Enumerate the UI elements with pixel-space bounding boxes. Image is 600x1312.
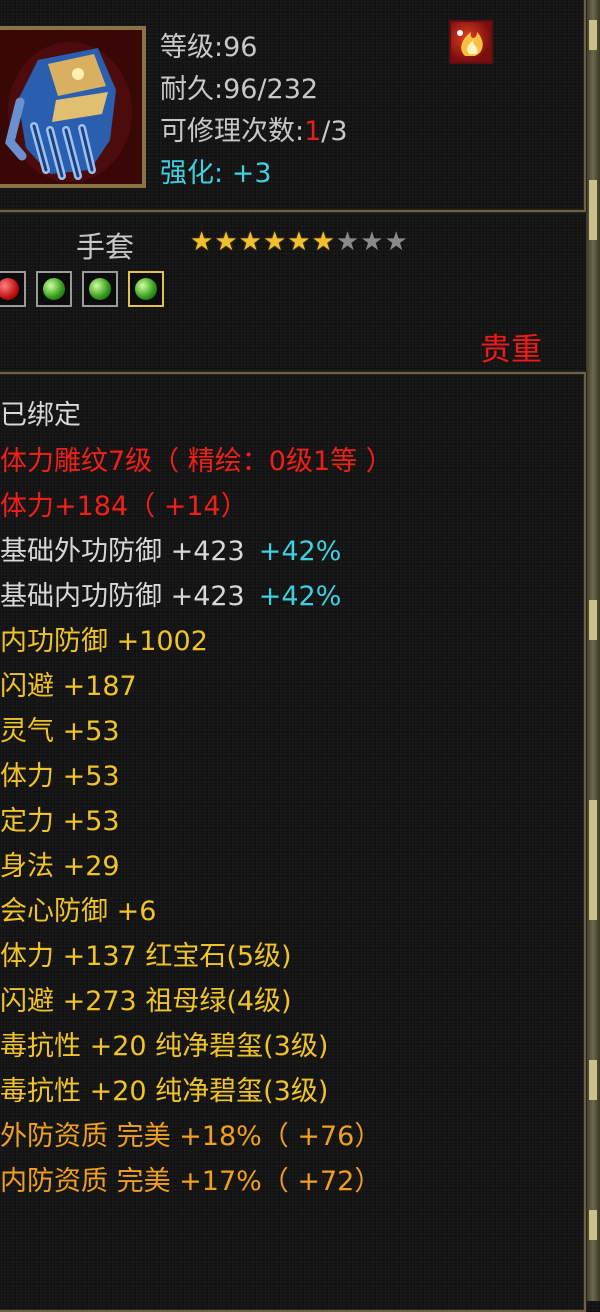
item-durability: 耐久:96/232 [160,74,319,105]
item-portrait[interactable] [0,26,146,188]
attr-base-inner-defense: 基础内功防御 +423 +42% [0,581,341,613]
enhance-label: 强化: [160,158,224,189]
bind-status: 已绑定 [0,400,81,431]
enhance-value: +3 [231,158,272,189]
star-filled-icon: ★ [190,227,214,257]
attr-base-outer-defense: 基础外功防御 +423 +42% [0,536,341,568]
star-filled-icon: ★ [311,227,335,257]
window-edge-scrollbar[interactable] [586,0,600,1301]
green-gem-icon[interactable] [82,271,118,307]
attr-crit-defense: 会心防御 +6 [0,896,157,927]
repair-label: 可修理次数: [160,116,305,147]
attr-base-outer-defense-text: 基础外功防御 +423 [0,536,245,567]
attr-dodge: 闪避 +187 [0,671,137,702]
star-filled-icon: ★ [238,227,262,257]
attr-spirit: 灵气 +53 [0,716,120,747]
star-empty-icon: ★ [335,227,360,257]
attr-inner-defense: 内功防御 +1002 [0,626,208,657]
attr-base-inner-defense-bonus: +42% [258,581,342,612]
item-name: 手套 [76,230,135,264]
star-filled-icon: ★ [287,227,311,257]
star-rating: ★ ★ ★ ★ ★ ★ ★ ★ ★ [190,227,408,257]
attr-stamina: 体力 +53 [0,761,120,792]
attr-stamina-total: 体力+184（ +14） [0,491,248,522]
attr-base-outer-defense-bonus: +42% [258,536,342,567]
repair-rest: /3 [321,116,348,147]
item-repair-count: 可修理次数:1/3 [160,109,348,148]
attr-gem-tourmaline-2: 毒抗性 +20 纯净碧玺(3级) [0,1076,329,1107]
attr-outer-defense-aptitude: 外防资质 完美 +18%（ +76） [0,1121,382,1152]
attr-focus: 定力 +53 [0,806,120,837]
red-gem-icon[interactable] [0,271,26,307]
flame-buff-icon[interactable] [449,20,493,64]
attr-inner-defense-aptitude: 内防资质 完美 +17%（ +72） [0,1166,382,1197]
green-gem-icon[interactable] [36,271,72,307]
attr-engraving: 体力雕纹7级（ 精绘：0级1等 ） [0,446,393,477]
gauntlet-icon [0,30,142,184]
item-rarity: 贵重 [480,332,542,368]
attr-agility: 身法 +29 [0,851,120,882]
attr-base-inner-defense-text: 基础内功防御 +423 [0,581,245,612]
item-level: 等级:96 [160,32,258,63]
repair-current: 1 [304,116,322,147]
attr-gem-tourmaline-1: 毒抗性 +20 纯净碧玺(3级) [0,1031,329,1062]
star-filled-icon: ★ [214,227,238,257]
green-gem-icon[interactable] [128,271,164,307]
item-enhance: 强化: +3 [160,151,272,190]
attr-gem-emerald: 闪避 +273 祖母绿(4级) [0,986,292,1017]
star-empty-icon: ★ [384,227,408,257]
attr-gem-ruby: 体力 +137 红宝石(5级) [0,941,292,972]
star-filled-icon: ★ [262,227,287,257]
gem-sockets [0,271,164,307]
star-empty-icon: ★ [360,227,384,257]
